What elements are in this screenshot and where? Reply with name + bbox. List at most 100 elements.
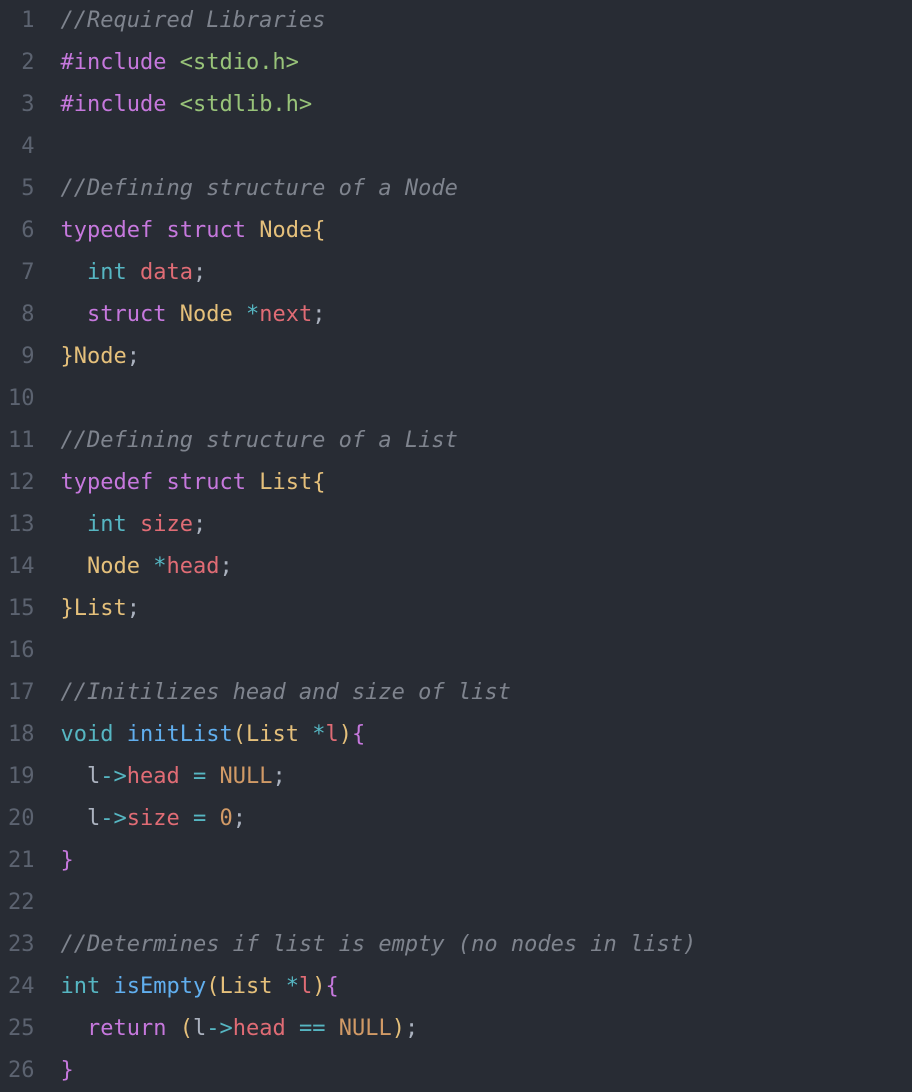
code-token: //Defining structure of a List — [61, 428, 458, 453]
line-number: 9 — [8, 336, 35, 378]
code-token: ( — [180, 1016, 193, 1041]
code-token: Node — [259, 218, 312, 243]
line-number: 16 — [8, 630, 35, 672]
code-token: Node — [74, 344, 127, 369]
code-token — [61, 806, 88, 831]
line-number: 23 — [8, 924, 35, 966]
code-token: l — [299, 974, 312, 999]
code-token — [233, 302, 246, 327]
code-line[interactable]: struct Node *next; — [61, 294, 905, 336]
line-number: 4 — [8, 126, 35, 168]
line-number: 6 — [8, 210, 35, 252]
code-line[interactable]: return (l->head == NULL); — [61, 1008, 905, 1050]
code-editor[interactable]: 1234567891011121314151617181920212223242… — [0, 0, 912, 1092]
code-token: ; — [312, 302, 325, 327]
code-area[interactable]: //Required Libraries#include <stdio.h>#i… — [53, 0, 912, 1092]
code-line[interactable]: }Node; — [61, 336, 905, 378]
code-line[interactable]: l->size = 0; — [61, 798, 905, 840]
code-token: ; — [233, 806, 246, 831]
code-line[interactable]: typedef struct List{ — [61, 462, 905, 504]
code-token: <stdio.h> — [180, 50, 299, 75]
code-token: ; — [127, 596, 140, 621]
line-number: 5 — [8, 168, 35, 210]
code-line[interactable]: //Determines if list is empty (no nodes … — [61, 924, 905, 966]
code-token — [180, 764, 193, 789]
code-token: = — [193, 806, 206, 831]
code-token: ) — [312, 974, 325, 999]
code-token: isEmpty — [114, 974, 207, 999]
code-token: * — [286, 974, 299, 999]
code-token: data — [140, 260, 193, 285]
code-token — [61, 554, 88, 579]
code-token — [140, 554, 153, 579]
line-number: 13 — [8, 504, 35, 546]
code-line[interactable]: //Defining structure of a List — [61, 420, 905, 462]
code-line[interactable]: //Defining structure of a Node — [61, 168, 905, 210]
code-line[interactable]: #include <stdlib.h> — [61, 84, 905, 126]
code-token: List — [74, 596, 127, 621]
code-line[interactable] — [61, 126, 905, 168]
code-line[interactable]: //Initilizes head and size of list — [61, 672, 905, 714]
code-token — [272, 974, 285, 999]
code-token: head — [127, 764, 180, 789]
code-token: struct — [166, 470, 245, 495]
code-token: -> — [100, 764, 127, 789]
line-number: 22 — [8, 882, 35, 924]
code-token: head — [233, 1016, 286, 1041]
code-line[interactable]: void initList(List *l){ — [61, 714, 905, 756]
code-token: List — [259, 470, 312, 495]
code-token: //Determines if list is empty (no nodes … — [61, 932, 697, 957]
code-token — [61, 512, 88, 537]
line-number: 2 — [8, 42, 35, 84]
code-line[interactable]: #include <stdio.h> — [61, 42, 905, 84]
code-token — [61, 764, 88, 789]
code-line[interactable]: } — [61, 840, 905, 882]
line-number: 17 — [8, 672, 35, 714]
code-token: size — [127, 806, 180, 831]
code-token — [246, 470, 259, 495]
code-token: -> — [206, 1016, 233, 1041]
code-token: typedef — [61, 470, 154, 495]
line-number: 11 — [8, 420, 35, 462]
code-line[interactable]: Node *head; — [61, 546, 905, 588]
code-line[interactable] — [61, 882, 905, 924]
code-token — [61, 1016, 88, 1041]
code-token: typedef — [61, 218, 154, 243]
code-line[interactable]: int isEmpty(List *l){ — [61, 966, 905, 1008]
code-token: ; — [193, 512, 206, 537]
code-token: return — [87, 1016, 166, 1041]
code-token: ; — [405, 1016, 418, 1041]
code-line[interactable]: //Required Libraries — [61, 0, 905, 42]
code-token: { — [312, 218, 325, 243]
code-token: struct — [87, 302, 166, 327]
code-token — [113, 722, 126, 747]
code-token: <stdlib.h> — [180, 92, 312, 117]
code-token: //Required Libraries — [61, 8, 326, 33]
code-token: #include — [61, 50, 167, 75]
code-line[interactable]: }List; — [61, 588, 905, 630]
code-line[interactable] — [61, 378, 905, 420]
code-token: #include — [61, 92, 167, 117]
code-token: l — [87, 764, 100, 789]
code-line[interactable]: int data; — [61, 252, 905, 294]
code-token: next — [259, 302, 312, 327]
line-number: 26 — [8, 1050, 35, 1092]
code-token — [180, 806, 193, 831]
code-token — [206, 764, 219, 789]
code-token: } — [61, 596, 74, 621]
code-token — [127, 260, 140, 285]
code-line[interactable]: } — [61, 1050, 905, 1092]
code-token: } — [61, 1058, 74, 1083]
code-token: = — [193, 764, 206, 789]
code-token: == — [299, 1016, 326, 1041]
code-token: { — [325, 974, 338, 999]
line-number: 1 — [8, 0, 35, 42]
code-line[interactable] — [61, 630, 905, 672]
code-token — [166, 92, 179, 117]
code-line[interactable]: int size; — [61, 504, 905, 546]
code-line[interactable]: typedef struct Node{ — [61, 210, 905, 252]
code-line[interactable]: l->head = NULL; — [61, 756, 905, 798]
code-token: NULL — [339, 1016, 392, 1041]
code-token: l — [87, 806, 100, 831]
code-token: l — [193, 1016, 206, 1041]
